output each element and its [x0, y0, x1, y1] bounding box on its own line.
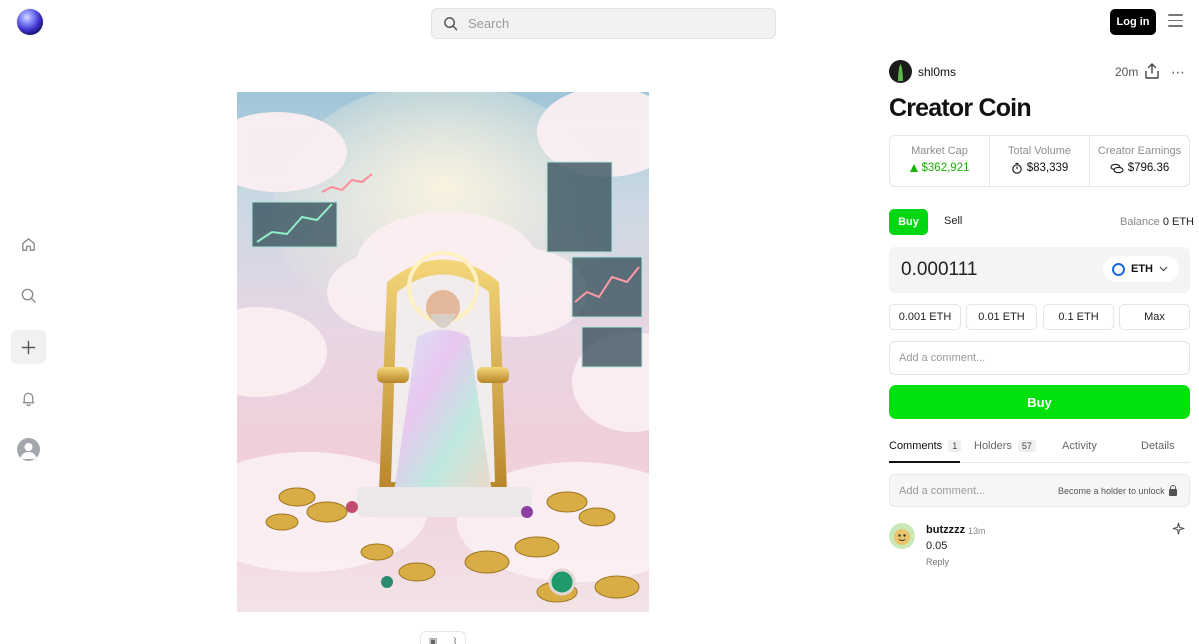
comment-username[interactable]: butzzzz — [926, 524, 965, 536]
lock-icon — [1168, 484, 1177, 496]
tab-activity-label: Activity — [1062, 440, 1097, 452]
coins-icon — [1110, 163, 1124, 173]
creator-earnings-stat: Creator Earnings $796.36 — [1090, 136, 1189, 186]
search-bar[interactable] — [431, 8, 776, 39]
media-view-toggle[interactable]: ▣ ⌇ — [420, 631, 466, 644]
creator-earnings-label: Creator Earnings — [1097, 145, 1182, 157]
profile-icon — [20, 443, 37, 459]
plus-icon — [21, 340, 36, 354]
creator-name[interactable]: shl0ms — [918, 65, 956, 79]
preset-01-eth-button[interactable]: 0.1 ETH — [1043, 304, 1114, 330]
coin-stats: Market Cap $362,921 Total Volume $83,339… — [889, 135, 1190, 187]
nav-create-button[interactable] — [11, 330, 46, 364]
market-cap-stat: Market Cap $362,921 — [890, 136, 990, 186]
active-tab-underline — [889, 461, 960, 463]
tab-activity[interactable]: Activity — [1062, 440, 1097, 452]
more-options-icon[interactable]: ⋯ — [1171, 64, 1186, 81]
balance: Balance 0 ETH — [1120, 216, 1194, 228]
currency-label: ETH — [1131, 263, 1153, 275]
stopwatch-icon — [1011, 162, 1022, 174]
balance-label: Balance — [1120, 216, 1160, 228]
creator-earnings-value: $796.36 — [1127, 162, 1170, 174]
share-icon[interactable] — [1144, 62, 1160, 80]
home-icon — [22, 237, 35, 251]
sell-tab[interactable]: Sell — [944, 215, 962, 227]
tab-comments[interactable]: Comments 1 — [889, 440, 962, 452]
up-triangle-icon — [909, 164, 918, 172]
search-icon — [21, 288, 36, 303]
market-cap-value: $362,921 — [921, 162, 970, 174]
comments-count-badge: 1 — [948, 440, 962, 452]
comment-reply-link[interactable]: Reply — [926, 557, 949, 567]
balance-value: 0 ETH — [1162, 216, 1195, 228]
detail-tabs: Comments 1 Holders 57 Activity Details — [889, 431, 1190, 463]
preset-001-eth-button[interactable]: 0.01 ETH — [966, 304, 1037, 330]
tab-comments-label: Comments — [889, 440, 943, 452]
total-volume-stat: Total Volume $83,339 — [990, 136, 1090, 186]
tab-holders-label: Holders — [974, 440, 1012, 452]
post-time: 20m — [1115, 65, 1139, 79]
post-title: Creator Coin — [889, 94, 1032, 122]
nav-home-button[interactable] — [11, 227, 46, 261]
login-button[interactable]: Log in — [1110, 9, 1156, 35]
creator-avatar[interactable] — [889, 60, 912, 83]
nav-notifications-button[interactable] — [11, 381, 46, 415]
preset-0001-eth-button[interactable]: 0.001 ETH — [889, 304, 961, 330]
bell-icon — [22, 392, 35, 406]
app-logo[interactable] — [17, 9, 43, 35]
amount-value[interactable]: 0.000111 — [901, 259, 977, 281]
chart-view-icon[interactable]: ⌇ — [453, 636, 457, 644]
search-input[interactable] — [468, 16, 758, 31]
buy-tab[interactable]: Buy — [889, 209, 928, 235]
unlock-hint: Become a holder to unlock — [1058, 484, 1177, 496]
comment-time: 13m — [968, 526, 986, 536]
holders-count-badge: 57 — [1017, 440, 1036, 452]
total-volume-value: $83,339 — [1026, 162, 1069, 174]
locked-comment-placeholder: Add a comment... — [899, 485, 986, 497]
currency-selector[interactable]: ETH — [1103, 256, 1179, 282]
hamburger-menu-icon[interactable] — [1168, 14, 1183, 28]
search-icon — [444, 17, 458, 31]
trade-comment-input[interactable]: Add a comment... — [889, 341, 1190, 375]
nav-search-button[interactable] — [11, 278, 46, 312]
tab-details[interactable]: Details — [1141, 440, 1175, 452]
chevron-down-icon — [1159, 266, 1168, 272]
eth-icon — [1112, 262, 1125, 276]
image-view-icon[interactable]: ▣ — [429, 636, 438, 644]
amount-field[interactable]: 0.000111 ETH — [889, 247, 1190, 293]
market-cap-label: Market Cap — [911, 145, 968, 157]
profile-avatar[interactable] — [17, 438, 40, 461]
locked-comment-input[interactable]: Add a comment... Become a holder to unlo… — [889, 474, 1190, 507]
comment-avatar[interactable] — [889, 523, 915, 549]
post-artwork — [237, 92, 649, 612]
sparkle-icon[interactable] — [1172, 522, 1185, 535]
buy-button[interactable]: Buy — [889, 385, 1190, 419]
tab-holders[interactable]: Holders 57 — [974, 440, 1036, 452]
tab-details-label: Details — [1141, 440, 1175, 452]
total-volume-label: Total Volume — [1008, 145, 1071, 157]
comment-text: 0.05 — [926, 540, 948, 552]
preset-max-button[interactable]: Max — [1119, 304, 1190, 330]
